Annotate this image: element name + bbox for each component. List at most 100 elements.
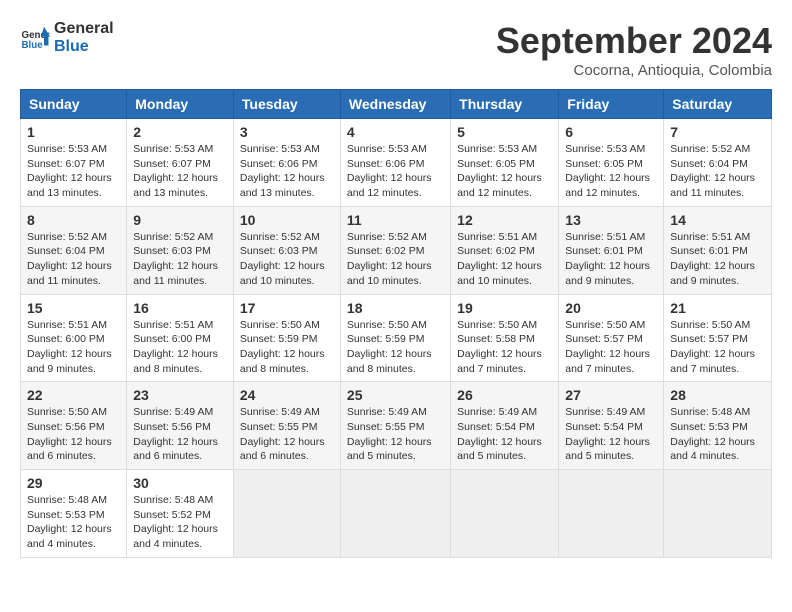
sunrise: Sunrise: 5:48 AM [670, 405, 765, 420]
sunset: Sunset: 5:57 PM [670, 332, 765, 347]
sunrise: Sunrise: 5:49 AM [457, 405, 552, 420]
sunrise: Sunrise: 5:53 AM [27, 142, 120, 157]
sunset: Sunset: 5:57 PM [565, 332, 657, 347]
daylight: Daylight: 12 hours and 5 minutes. [457, 435, 552, 464]
sunrise: Sunrise: 5:48 AM [27, 493, 120, 508]
logo-icon: General Blue [20, 23, 50, 53]
sunset: Sunset: 6:04 PM [27, 244, 120, 259]
day-detail: Sunrise: 5:49 AM Sunset: 5:55 PM Dayligh… [347, 405, 444, 464]
month-title: September 2024 [496, 20, 772, 62]
calendar-week-2: 8 Sunrise: 5:52 AM Sunset: 6:04 PM Dayli… [21, 206, 772, 294]
header-friday: Friday [559, 90, 664, 119]
daylight: Daylight: 12 hours and 10 minutes. [457, 259, 552, 288]
calendar-header-row: Sunday Monday Tuesday Wednesday Thursday… [21, 90, 772, 119]
daylight: Daylight: 12 hours and 7 minutes. [457, 347, 552, 376]
sunset: Sunset: 5:53 PM [27, 508, 120, 523]
sunset: Sunset: 5:55 PM [240, 420, 334, 435]
sunset: Sunset: 6:02 PM [347, 244, 444, 259]
day-number: 8 [27, 212, 120, 228]
header-saturday: Saturday [664, 90, 772, 119]
logo-blue: Blue [54, 38, 114, 56]
calendar-cell: 26 Sunrise: 5:49 AM Sunset: 5:54 PM Dayl… [451, 382, 559, 470]
calendar-cell: 1 Sunrise: 5:53 AM Sunset: 6:07 PM Dayli… [21, 119, 127, 207]
sunrise: Sunrise: 5:50 AM [670, 318, 765, 333]
day-detail: Sunrise: 5:53 AM Sunset: 6:07 PM Dayligh… [133, 142, 227, 201]
day-number: 20 [565, 300, 657, 316]
sunset: Sunset: 5:55 PM [347, 420, 444, 435]
day-detail: Sunrise: 5:53 AM Sunset: 6:06 PM Dayligh… [240, 142, 334, 201]
daylight: Daylight: 12 hours and 7 minutes. [670, 347, 765, 376]
sunset: Sunset: 6:03 PM [240, 244, 334, 259]
day-detail: Sunrise: 5:52 AM Sunset: 6:04 PM Dayligh… [27, 230, 120, 289]
day-number: 27 [565, 387, 657, 403]
day-number: 14 [670, 212, 765, 228]
calendar-cell: 20 Sunrise: 5:50 AM Sunset: 5:57 PM Dayl… [559, 294, 664, 382]
daylight: Daylight: 12 hours and 4 minutes. [670, 435, 765, 464]
day-detail: Sunrise: 5:51 AM Sunset: 6:02 PM Dayligh… [457, 230, 552, 289]
sunset: Sunset: 6:01 PM [565, 244, 657, 259]
day-detail: Sunrise: 5:52 AM Sunset: 6:04 PM Dayligh… [670, 142, 765, 201]
day-detail: Sunrise: 5:52 AM Sunset: 6:03 PM Dayligh… [133, 230, 227, 289]
sunset: Sunset: 5:56 PM [133, 420, 227, 435]
sunrise: Sunrise: 5:49 AM [240, 405, 334, 420]
sunrise: Sunrise: 5:52 AM [240, 230, 334, 245]
sunrise: Sunrise: 5:50 AM [27, 405, 120, 420]
sunset: Sunset: 5:54 PM [457, 420, 552, 435]
sunset: Sunset: 6:03 PM [133, 244, 227, 259]
sunrise: Sunrise: 5:53 AM [133, 142, 227, 157]
sunrise: Sunrise: 5:52 AM [347, 230, 444, 245]
day-detail: Sunrise: 5:51 AM Sunset: 6:00 PM Dayligh… [27, 318, 120, 377]
calendar-cell: 18 Sunrise: 5:50 AM Sunset: 5:59 PM Dayl… [340, 294, 450, 382]
day-detail: Sunrise: 5:51 AM Sunset: 6:00 PM Dayligh… [133, 318, 227, 377]
day-number: 21 [670, 300, 765, 316]
calendar-cell: 2 Sunrise: 5:53 AM Sunset: 6:07 PM Dayli… [127, 119, 234, 207]
calendar-cell: 29 Sunrise: 5:48 AM Sunset: 5:53 PM Dayl… [21, 470, 127, 558]
calendar-cell: 10 Sunrise: 5:52 AM Sunset: 6:03 PM Dayl… [233, 206, 340, 294]
calendar-table: Sunday Monday Tuesday Wednesday Thursday… [20, 89, 772, 558]
daylight: Daylight: 12 hours and 9 minutes. [670, 259, 765, 288]
calendar-cell: 9 Sunrise: 5:52 AM Sunset: 6:03 PM Dayli… [127, 206, 234, 294]
day-number: 26 [457, 387, 552, 403]
calendar-cell [451, 470, 559, 558]
sunset: Sunset: 6:04 PM [670, 157, 765, 172]
calendar-cell: 6 Sunrise: 5:53 AM Sunset: 6:05 PM Dayli… [559, 119, 664, 207]
daylight: Daylight: 12 hours and 12 minutes. [347, 171, 444, 200]
daylight: Daylight: 12 hours and 6 minutes. [240, 435, 334, 464]
sunrise: Sunrise: 5:53 AM [347, 142, 444, 157]
daylight: Daylight: 12 hours and 12 minutes. [457, 171, 552, 200]
day-number: 25 [347, 387, 444, 403]
day-detail: Sunrise: 5:49 AM Sunset: 5:56 PM Dayligh… [133, 405, 227, 464]
day-number: 9 [133, 212, 227, 228]
sunrise: Sunrise: 5:50 AM [565, 318, 657, 333]
day-number: 16 [133, 300, 227, 316]
logo: General Blue General Blue [20, 20, 114, 55]
sunrise: Sunrise: 5:51 AM [457, 230, 552, 245]
daylight: Daylight: 12 hours and 10 minutes. [347, 259, 444, 288]
sunrise: Sunrise: 5:52 AM [133, 230, 227, 245]
calendar-cell: 21 Sunrise: 5:50 AM Sunset: 5:57 PM Dayl… [664, 294, 772, 382]
sunrise: Sunrise: 5:50 AM [240, 318, 334, 333]
calendar-cell: 27 Sunrise: 5:49 AM Sunset: 5:54 PM Dayl… [559, 382, 664, 470]
day-detail: Sunrise: 5:48 AM Sunset: 5:53 PM Dayligh… [27, 493, 120, 552]
sunrise: Sunrise: 5:52 AM [670, 142, 765, 157]
sunset: Sunset: 6:06 PM [240, 157, 334, 172]
calendar-cell: 19 Sunrise: 5:50 AM Sunset: 5:58 PM Dayl… [451, 294, 559, 382]
sunrise: Sunrise: 5:50 AM [347, 318, 444, 333]
calendar-cell: 24 Sunrise: 5:49 AM Sunset: 5:55 PM Dayl… [233, 382, 340, 470]
day-detail: Sunrise: 5:53 AM Sunset: 6:05 PM Dayligh… [457, 142, 552, 201]
calendar-cell: 16 Sunrise: 5:51 AM Sunset: 6:00 PM Dayl… [127, 294, 234, 382]
header-wednesday: Wednesday [340, 90, 450, 119]
day-number: 15 [27, 300, 120, 316]
day-detail: Sunrise: 5:49 AM Sunset: 5:54 PM Dayligh… [457, 405, 552, 464]
daylight: Daylight: 12 hours and 8 minutes. [133, 347, 227, 376]
logo-general: General [54, 20, 114, 38]
day-number: 12 [457, 212, 552, 228]
day-detail: Sunrise: 5:50 AM Sunset: 5:56 PM Dayligh… [27, 405, 120, 464]
day-detail: Sunrise: 5:49 AM Sunset: 5:54 PM Dayligh… [565, 405, 657, 464]
day-number: 23 [133, 387, 227, 403]
daylight: Daylight: 12 hours and 8 minutes. [347, 347, 444, 376]
svg-text:Blue: Blue [22, 39, 44, 50]
calendar-cell: 13 Sunrise: 5:51 AM Sunset: 6:01 PM Dayl… [559, 206, 664, 294]
daylight: Daylight: 12 hours and 13 minutes. [240, 171, 334, 200]
daylight: Daylight: 12 hours and 10 minutes. [240, 259, 334, 288]
